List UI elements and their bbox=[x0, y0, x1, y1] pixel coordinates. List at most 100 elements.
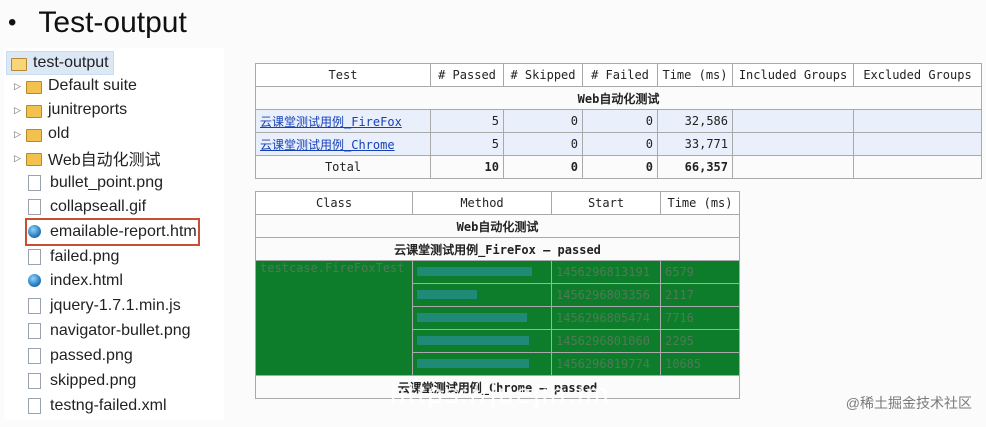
tree-item-navigator-bullet[interactable]: navigator-bullet.png bbox=[28, 320, 191, 342]
time-value: 32,586 bbox=[657, 109, 733, 133]
header-skipped: # Skipped bbox=[503, 63, 583, 87]
table-row: 云课堂测试用例_Chrome 5 0 0 33,771 bbox=[255, 132, 982, 156]
suite-name: Web自动化测试 bbox=[255, 86, 982, 110]
total-failed: 0 bbox=[582, 155, 658, 179]
tree-item-old[interactable]: ▷ old bbox=[14, 123, 69, 145]
file-icon bbox=[28, 348, 41, 364]
header-start: Start bbox=[551, 191, 661, 215]
expand-arrow-icon[interactable]: ▷ bbox=[14, 81, 26, 92]
tree-item-testng-failed[interactable]: testng-failed.xml bbox=[28, 395, 167, 417]
detail-table: Class Method Start Time (ms) Web自动化测试 云课… bbox=[255, 191, 740, 399]
file-icon bbox=[28, 249, 41, 265]
folder-icon bbox=[26, 128, 42, 142]
time-value: 7716 bbox=[660, 306, 740, 330]
header-excluded-groups: Excluded Groups bbox=[853, 63, 982, 87]
header-passed: # Passed bbox=[430, 63, 504, 87]
expand-arrow-icon[interactable]: ▷ bbox=[14, 129, 26, 140]
folder-icon bbox=[26, 104, 42, 118]
tree-item-passed[interactable]: passed.png bbox=[28, 345, 133, 367]
skipped-value: 0 bbox=[503, 132, 583, 156]
table-row: testcase.FireFoxTest 1456296813191 6579 bbox=[255, 260, 740, 376]
tree-item-label: Web自动化测试 bbox=[48, 152, 161, 169]
passed-value: 5 bbox=[430, 132, 504, 156]
start-value: 1456296819774 bbox=[551, 352, 661, 376]
section-firefox-passed: 云课堂测试用例_FireFox — passed bbox=[255, 237, 740, 261]
method-link[interactable] bbox=[417, 267, 532, 276]
expand-arrow-icon[interactable]: ▷ bbox=[14, 153, 26, 164]
header-included-groups: Included Groups bbox=[732, 63, 854, 87]
time-value: 2295 bbox=[660, 329, 740, 353]
excluded-groups-value bbox=[853, 132, 982, 156]
globe-icon bbox=[28, 274, 41, 287]
tree-item-label: jquery-1.7.1.min.js bbox=[50, 297, 181, 314]
tree-item-label: testng-failed.xml bbox=[50, 397, 167, 414]
test-link-chrome[interactable]: 云课堂测试用例_Chrome bbox=[260, 138, 395, 152]
summary-table: Test # Passed # Skipped # Failed Time (m… bbox=[255, 63, 982, 179]
tree-item-label: skipped.png bbox=[50, 372, 137, 389]
method-link[interactable] bbox=[417, 313, 527, 322]
file-icon bbox=[28, 199, 41, 215]
title-text: Test-output bbox=[38, 6, 187, 39]
overlay-url: https://juejin.im bbox=[390, 378, 611, 409]
method-link[interactable] bbox=[417, 336, 529, 345]
file-icon bbox=[28, 298, 41, 314]
tree-item-collapseall[interactable]: collapseall.gif bbox=[28, 196, 146, 218]
total-row: Total 10 0 0 66,357 bbox=[255, 155, 982, 179]
time-value: 10685 bbox=[660, 352, 740, 376]
header-time: Time (ms) bbox=[657, 63, 733, 87]
tree-item-skipped[interactable]: skipped.png bbox=[28, 370, 136, 392]
folder-icon bbox=[26, 80, 42, 94]
file-tree: test-output ▷ Default suite ▷ junitrepor… bbox=[4, 48, 224, 420]
start-value: 1456296803356 bbox=[551, 283, 661, 307]
test-link-firefox[interactable]: 云课堂测试用例_FireFox bbox=[260, 115, 402, 129]
tree-item-emailable-report[interactable]: emailable-report.htm bbox=[25, 218, 200, 246]
excluded-groups-value bbox=[853, 109, 982, 133]
time-value: 2117 bbox=[660, 283, 740, 307]
tree-item-junitreports[interactable]: ▷ junitreports bbox=[14, 99, 127, 121]
tree-item-label: passed.png bbox=[50, 347, 133, 364]
method-link[interactable] bbox=[417, 359, 529, 368]
start-value: 1456296813191 bbox=[551, 260, 661, 284]
skipped-value: 0 bbox=[503, 109, 583, 133]
tree-item-failed[interactable]: failed.png bbox=[28, 246, 119, 268]
tree-item-jquery[interactable]: jquery-1.7.1.min.js bbox=[28, 295, 181, 317]
tree-item-label: old bbox=[48, 125, 70, 142]
tree-item-bullet-point[interactable]: bullet_point.png bbox=[28, 172, 163, 194]
tree-item-web-suite[interactable]: ▷ Web自动化测试 bbox=[14, 147, 161, 169]
tree-item-label: index.html bbox=[50, 272, 123, 289]
header-method: Method bbox=[412, 191, 552, 215]
tree-root[interactable]: test-output bbox=[6, 51, 114, 75]
summary-header-row: Test # Passed # Skipped # Failed Time (m… bbox=[255, 63, 982, 87]
method-link[interactable] bbox=[417, 290, 477, 299]
file-icon bbox=[28, 398, 41, 414]
page-title: • Test-output bbox=[8, 2, 187, 44]
start-value: 1456296801060 bbox=[551, 329, 661, 353]
total-included bbox=[732, 155, 854, 179]
file-icon bbox=[28, 175, 41, 191]
detail-suite-row: Web自动化测试 bbox=[255, 214, 740, 238]
total-label: Total bbox=[255, 155, 431, 179]
tree-item-default-suite[interactable]: ▷ Default suite bbox=[14, 75, 137, 97]
total-excluded bbox=[853, 155, 982, 179]
watermark: @稀土掘金技术社区 bbox=[845, 395, 972, 411]
suite-row: Web自动化测试 bbox=[255, 86, 982, 110]
header-time-ms: Time (ms) bbox=[660, 191, 740, 215]
expand-arrow-icon[interactable]: ▷ bbox=[14, 105, 26, 116]
tree-item-label: failed.png bbox=[50, 248, 120, 265]
included-groups-value bbox=[732, 132, 854, 156]
class-name: testcase.FireFoxTest bbox=[255, 260, 413, 376]
tree-item-label: Default suite bbox=[48, 77, 137, 94]
total-passed: 10 bbox=[430, 155, 504, 179]
detail-suite-name: Web自动化测试 bbox=[255, 214, 740, 238]
header-class: Class bbox=[255, 191, 413, 215]
tree-root-label: test-output bbox=[33, 54, 109, 71]
passed-value: 5 bbox=[430, 109, 504, 133]
header-failed: # Failed bbox=[582, 63, 658, 87]
header-test: Test bbox=[255, 63, 431, 87]
tree-item-label: navigator-bullet.png bbox=[50, 322, 191, 339]
total-skipped: 0 bbox=[503, 155, 583, 179]
tree-item-label: junitreports bbox=[48, 101, 128, 118]
tree-item-index[interactable]: index.html bbox=[28, 270, 123, 292]
bullet-icon: • bbox=[8, 9, 17, 36]
folder-open-icon bbox=[11, 57, 27, 71]
